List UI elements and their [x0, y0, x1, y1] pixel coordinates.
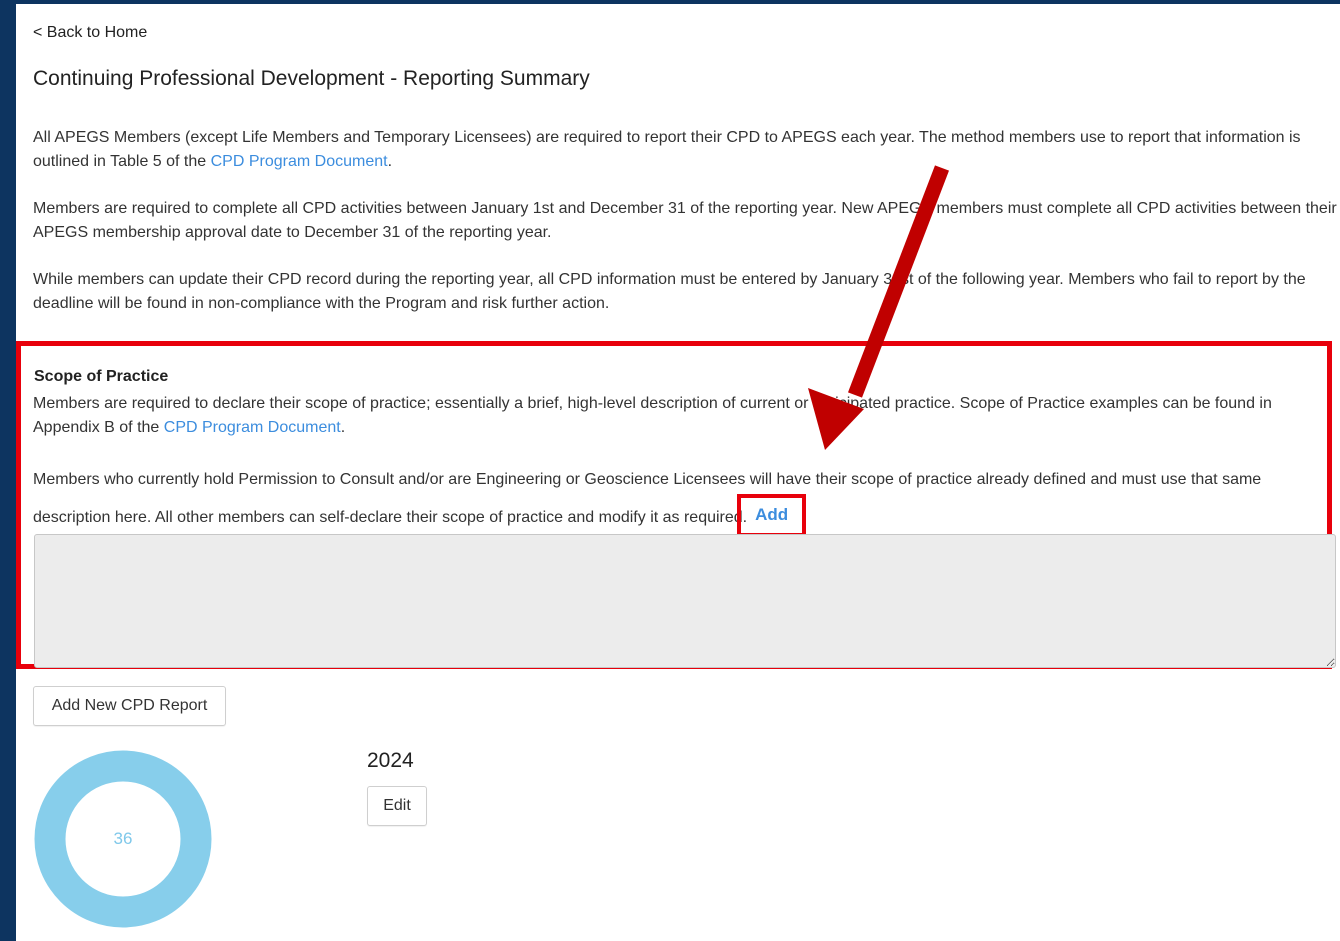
scope-paragraph-2-text: Members who currently hold Permission to…	[33, 471, 1262, 526]
page-title: Continuing Professional Development - Re…	[33, 67, 590, 90]
back-to-home-link[interactable]: < Back to Home	[33, 24, 147, 42]
scope-paragraph-2: Members who currently hold Permission to…	[33, 463, 1323, 539]
intro-paragraph-3: While members can update their CPD recor…	[33, 271, 1306, 312]
scope-of-practice-section: Scope of Practice Members are required t…	[16, 341, 1336, 669]
intro-paragraph-2: Members are required to complete all CPD…	[33, 200, 1337, 241]
scope-paragraph-1: Members are required to declare their sc…	[33, 392, 1323, 440]
report-year: 2024	[367, 749, 414, 772]
intro-paragraph-1-end: .	[387, 153, 393, 170]
add-link-highlight: Add	[737, 494, 807, 537]
cpd-program-document-link[interactable]: CPD Program Document	[211, 153, 388, 170]
page-content: < Back to Home Continuing Professional D…	[16, 4, 1340, 941]
scope-cpd-program-document-link[interactable]: CPD Program Document	[164, 419, 341, 436]
add-new-cpd-report-button[interactable]: Add New CPD Report	[33, 686, 226, 726]
donut-total-value: 36	[113, 829, 133, 848]
scope-paragraph-1-end: .	[340, 419, 346, 436]
scope-of-practice-title: Scope of Practice	[34, 368, 169, 385]
scope-of-practice-textarea[interactable]	[34, 534, 1336, 668]
add-scope-link[interactable]: Add	[755, 505, 788, 524]
intro-paragraph-1: All APEGS Members (except Life Members a…	[33, 126, 1338, 174]
edit-report-button[interactable]: Edit	[367, 786, 427, 826]
